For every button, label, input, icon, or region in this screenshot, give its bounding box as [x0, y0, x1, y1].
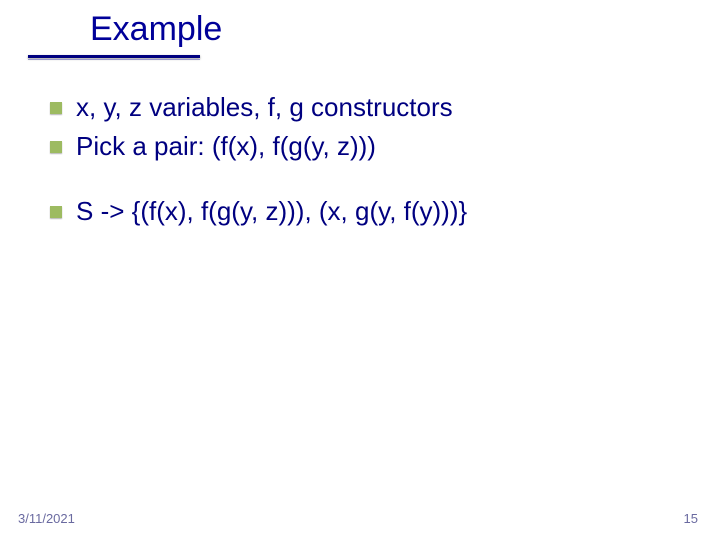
bullet-text: S -> {(f(x), f(g(y, z))), (x, g(y, f(y))… [76, 194, 467, 229]
footer-page-number: 15 [684, 511, 698, 526]
bullet-item: Pick a pair: (f(x), f(g(y, z))) [50, 129, 680, 164]
slide-title: Example [90, 10, 720, 49]
spacer [50, 168, 680, 194]
square-bullet-icon [50, 206, 62, 218]
bullet-item: S -> {(f(x), f(g(y, z))), (x, g(y, f(y))… [50, 194, 680, 229]
bullet-text: Pick a pair: (f(x), f(g(y, z))) [76, 129, 376, 164]
footer-date: 3/11/2021 [18, 511, 75, 526]
title-underline [28, 55, 200, 58]
title-underline-shadow [28, 59, 200, 60]
bullet-item: x, y, z variables, f, g constructors [50, 90, 680, 125]
bullet-text: x, y, z variables, f, g constructors [76, 90, 453, 125]
square-bullet-icon [50, 141, 62, 153]
title-area: Example [0, 10, 720, 60]
square-bullet-icon [50, 102, 62, 114]
content-area: x, y, z variables, f, g constructors Pic… [50, 90, 680, 233]
slide: Example x, y, z variables, f, g construc… [0, 0, 720, 540]
